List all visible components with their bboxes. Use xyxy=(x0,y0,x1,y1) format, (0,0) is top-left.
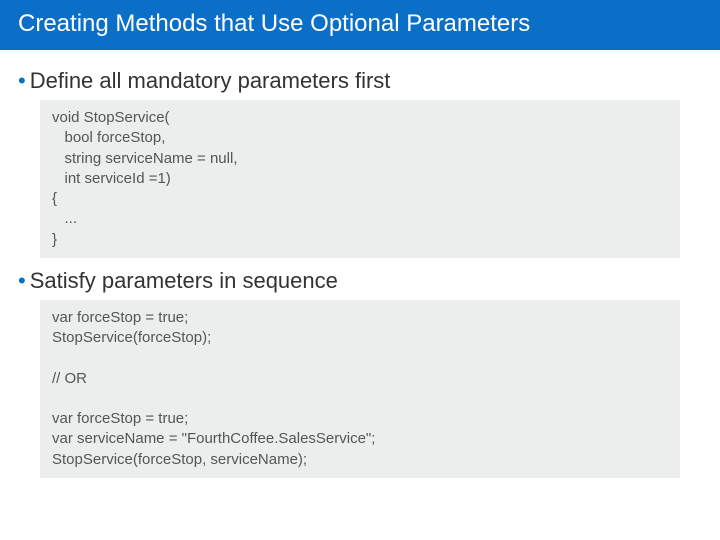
bullet-marker: • xyxy=(18,70,26,92)
bullet-text: Define all mandatory parameters first xyxy=(30,68,391,94)
bullet-text: Satisfy parameters in sequence xyxy=(30,268,338,294)
code-block-2: var forceStop = true; StopService(forceS… xyxy=(40,300,680,478)
slide-title: Creating Methods that Use Optional Param… xyxy=(0,0,720,50)
slide-body: • Define all mandatory parameters first … xyxy=(0,50,720,478)
bullet-marker: • xyxy=(18,270,26,292)
code-block-1: void StopService( bool forceStop, string… xyxy=(40,100,680,258)
bullet-item: • Satisfy parameters in sequence xyxy=(18,268,702,294)
bullet-item: • Define all mandatory parameters first xyxy=(18,68,702,94)
